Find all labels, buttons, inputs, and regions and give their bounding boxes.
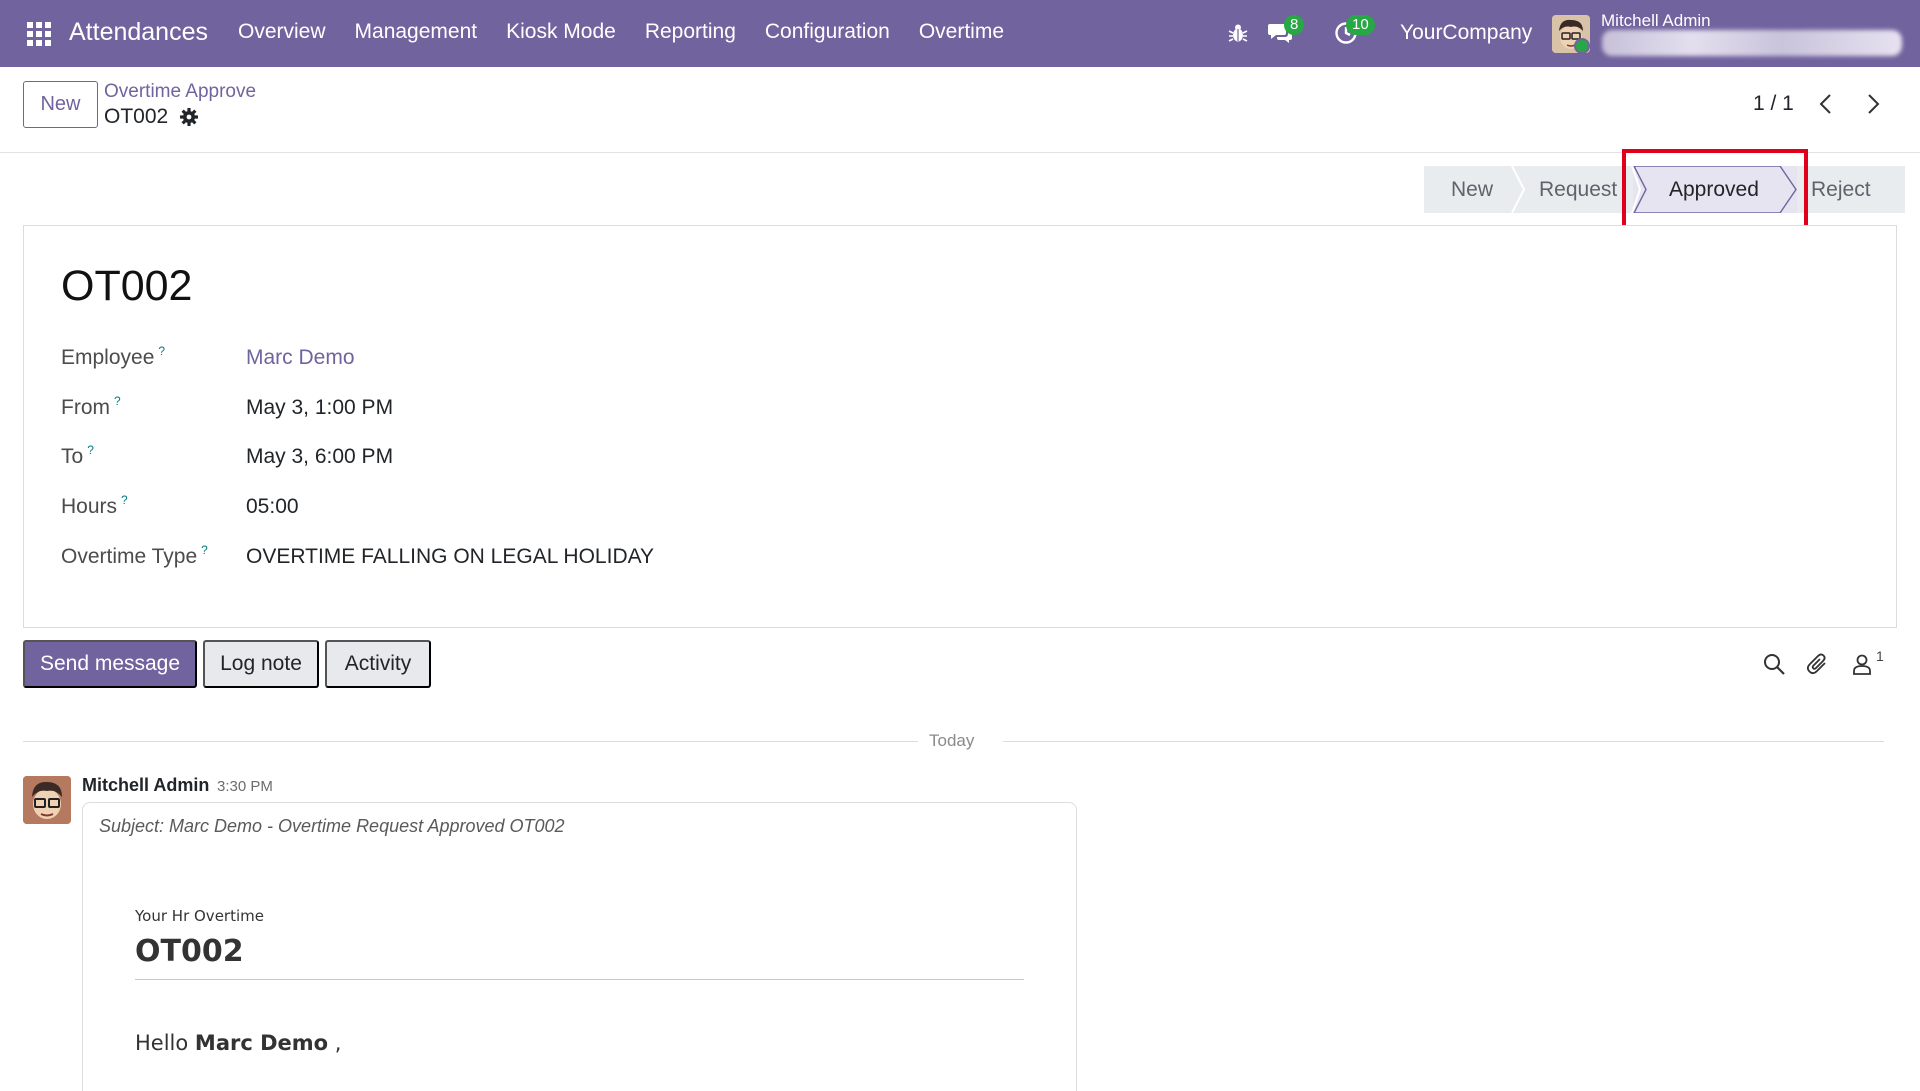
field-label-hours: Hours? — [61, 493, 128, 518]
redacted-user-database — [1602, 30, 1902, 56]
app-name[interactable]: Attendances — [69, 18, 208, 47]
search-messages-icon[interactable] — [1762, 652, 1786, 676]
company-switcher[interactable]: YourCompany — [1400, 21, 1532, 45]
highlight-box — [1622, 149, 1808, 231]
help-tooltip-icon[interactable]: ? — [201, 543, 208, 557]
message-author-avatar[interactable] — [23, 776, 71, 824]
from-value[interactable]: May 3, 1:00 PM — [246, 396, 393, 420]
attachment-paperclip-icon[interactable] — [1806, 652, 1830, 676]
pager-value[interactable]: 1 / 1 — [1753, 92, 1794, 116]
date-separator-label: Today — [929, 731, 975, 750]
employee-value[interactable]: Marc Demo — [246, 346, 355, 370]
control-panel: New Overtime Approve OT002 1 / 1 — [0, 67, 1920, 153]
message-bubble: Subject: Marc Demo - Overtime Request Ap… — [82, 802, 1077, 1091]
field-label-employee: Employee? — [61, 344, 166, 369]
menu-item-management[interactable]: Management — [355, 20, 478, 44]
breadcrumb-overtime-approve[interactable]: Overtime Approve — [104, 81, 256, 103]
breadcrumb-current-record: OT002 — [104, 105, 169, 128]
mail-title: OT002 — [135, 934, 244, 969]
top-navbar: Attendances Overview Management Kiosk Mo… — [0, 0, 1920, 67]
record-actions-gear-icon[interactable] — [179, 107, 199, 127]
send-message-button[interactable]: Send message — [23, 640, 197, 688]
overtime-type-value[interactable]: OVERTIME FALLING ON LEGAL HOLIDAY — [246, 545, 654, 569]
menu-item-configuration[interactable]: Configuration — [765, 20, 890, 44]
field-label-overtime-type: Overtime Type? — [61, 543, 208, 568]
menu-item-reporting[interactable]: Reporting — [645, 20, 736, 44]
debug-bug-icon[interactable] — [1227, 22, 1249, 44]
stage-label: New — [1451, 177, 1494, 201]
activity-button[interactable]: Activity — [325, 640, 431, 688]
field-label-from: From? — [61, 394, 121, 419]
stage-new[interactable]: New — [1424, 166, 1512, 213]
stage-reject[interactable]: Reject — [1797, 166, 1905, 213]
to-value[interactable]: May 3, 6:00 PM — [246, 445, 393, 469]
date-separator-line — [1003, 741, 1884, 742]
help-tooltip-icon[interactable]: ? — [121, 493, 128, 507]
record-title: OT002 — [61, 262, 193, 310]
stage-request[interactable]: Request — [1512, 166, 1633, 213]
activities-count-badge: 10 — [1346, 15, 1375, 35]
message-time: 3:30 PM — [217, 778, 273, 795]
user-menu-name[interactable]: Mitchell Admin — [1601, 11, 1711, 31]
pager-previous-icon[interactable] — [1815, 92, 1837, 116]
help-tooltip-icon[interactable]: ? — [158, 344, 165, 358]
menu-item-overview[interactable]: Overview — [238, 20, 326, 44]
message-author[interactable]: Mitchell Admin — [82, 775, 209, 796]
form-sheet: OT002 Employee? Marc Demo From? May 3, 1… — [23, 225, 1897, 628]
followers-count: 1 — [1876, 648, 1884, 664]
log-note-button[interactable]: Log note — [203, 640, 319, 688]
stage-label: Request — [1539, 177, 1618, 201]
new-record-button[interactable]: New — [23, 81, 98, 128]
main-menu: Overview Management Kiosk Mode Reporting… — [238, 20, 1004, 44]
message-subject: Subject: Marc Demo - Overtime Request Ap… — [99, 816, 565, 836]
menu-item-kiosk-mode[interactable]: Kiosk Mode — [506, 20, 616, 44]
pager-next-icon[interactable] — [1862, 92, 1884, 116]
menu-item-overtime[interactable]: Overtime — [919, 20, 1004, 44]
mail-greeting: Hello Marc Demo , — [135, 1031, 342, 1055]
mail-header: Your Hr Overtime — [135, 907, 264, 925]
mail-divider — [135, 979, 1024, 980]
messages-count-badge: 8 — [1284, 15, 1305, 35]
date-separator-line — [23, 741, 918, 742]
hours-value[interactable]: 05:00 — [246, 495, 299, 519]
help-tooltip-icon[interactable]: ? — [87, 443, 94, 457]
apps-menu-icon[interactable] — [27, 22, 51, 46]
followers-person-icon[interactable] — [1850, 652, 1874, 676]
online-status-dot — [1574, 38, 1590, 54]
field-label-to: To? — [61, 443, 94, 468]
stage-label: Reject — [1811, 177, 1871, 201]
help-tooltip-icon[interactable]: ? — [114, 394, 121, 408]
